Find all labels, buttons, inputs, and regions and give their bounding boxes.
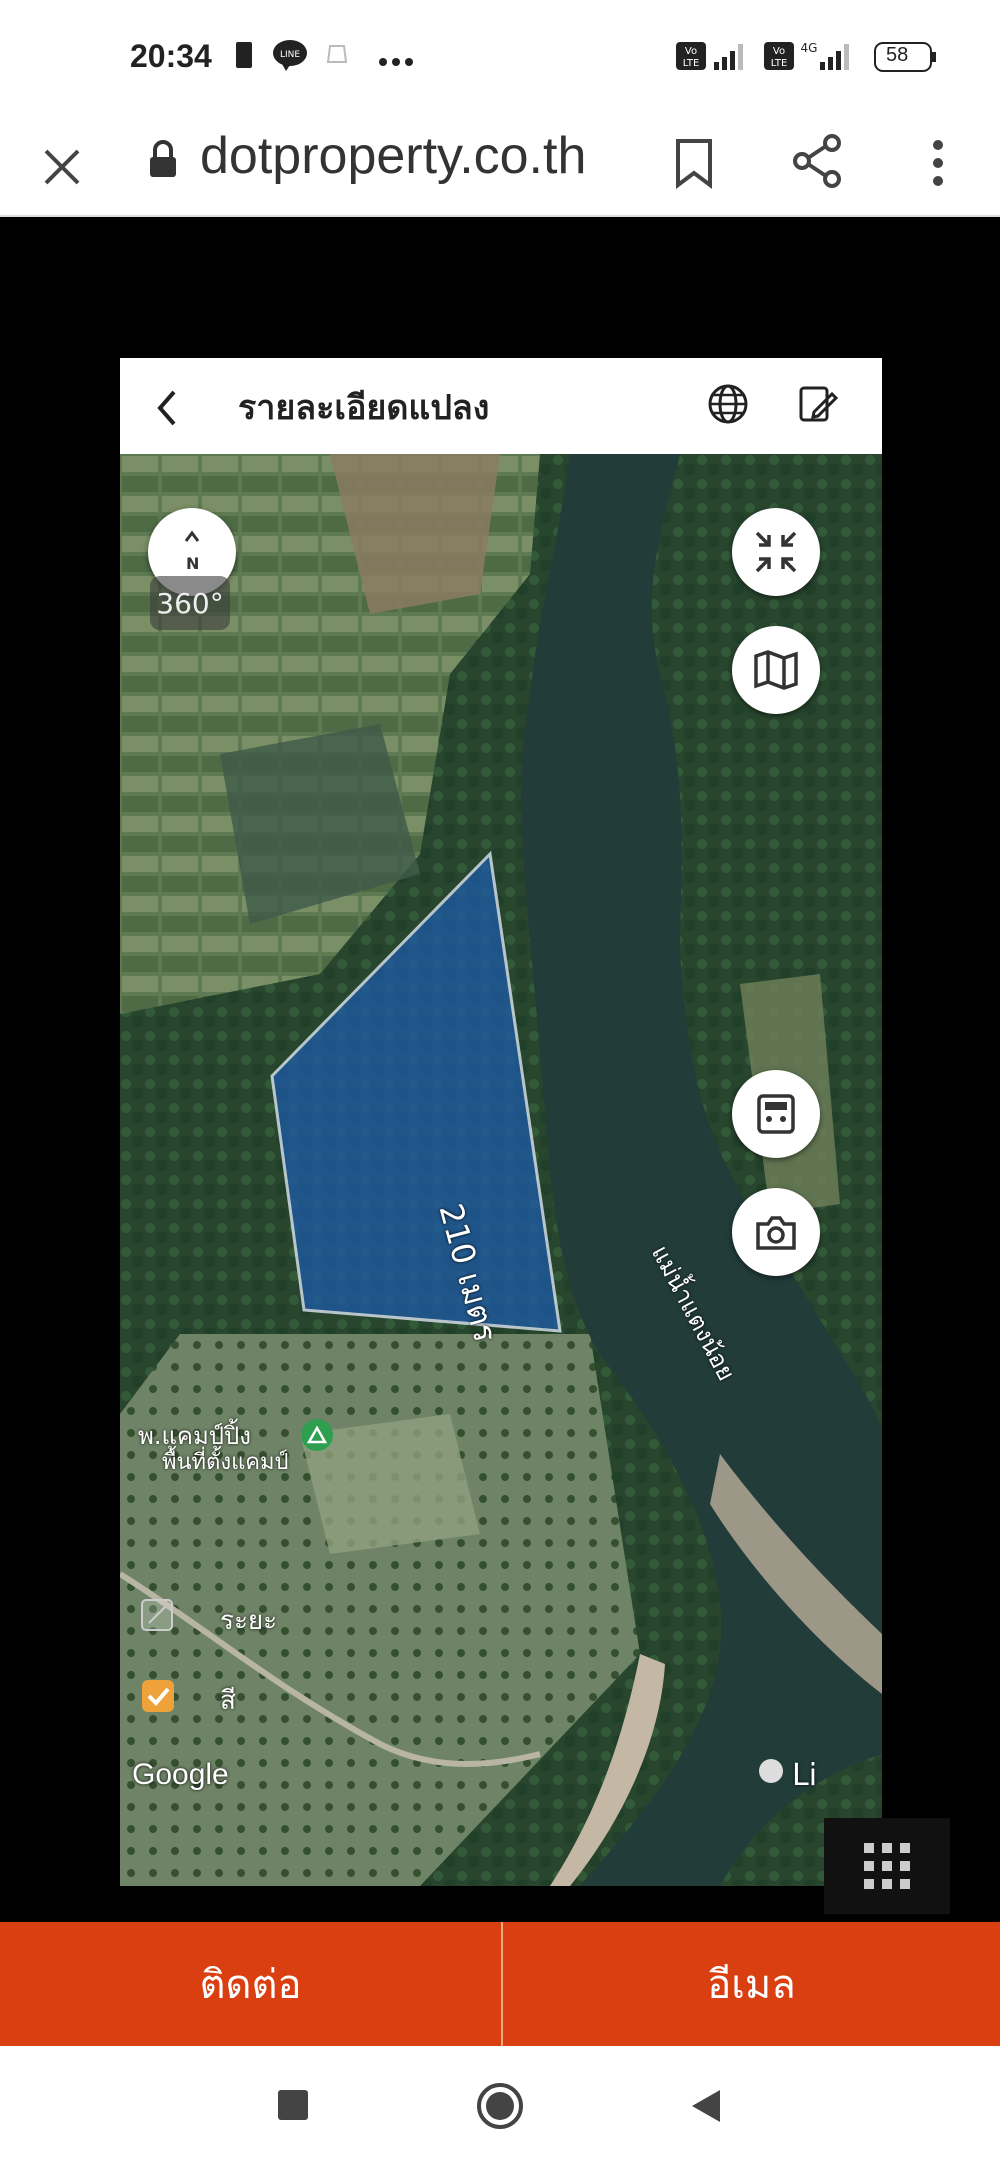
distance-tool-icon[interactable]: [140, 1598, 174, 1636]
more-notifications-icon: [378, 52, 414, 71]
attribution-info-icon: [756, 1756, 786, 1790]
svg-text:LTE: LTE: [683, 58, 700, 69]
battery-icon: 58: [874, 42, 938, 76]
distance-label: ระยะ: [220, 1606, 278, 1636]
lock-icon: [146, 137, 180, 185]
compass-label: N: [186, 554, 200, 573]
svg-text:4G: 4G: [801, 41, 818, 55]
status-bar: 20:34 LINE Vo LTE Vo LTE 4G 58: [0, 0, 1000, 115]
map-layers-icon[interactable]: [732, 626, 820, 714]
card-title: รายละเอียดแปลง: [238, 388, 490, 428]
svg-text:Vo: Vo: [773, 46, 785, 57]
volte-signal-icon: Vo LTE: [676, 40, 756, 76]
color-toggle-label: สี: [220, 1686, 236, 1716]
contact-action-bar: ติดต่อ อีเมล: [0, 1922, 1000, 2046]
recent-apps-icon[interactable]: [278, 2090, 308, 2124]
attribution-right: Li: [792, 1758, 818, 1793]
collapse-icon[interactable]: [732, 508, 820, 596]
checkbox-icon[interactable]: [140, 1678, 176, 1718]
notification-icon: [322, 40, 352, 74]
volte-4g-signal-icon: Vo LTE 4G: [764, 40, 864, 76]
line-app-icon: LINE: [272, 38, 308, 76]
close-icon[interactable]: [40, 145, 84, 193]
bookmark-icon[interactable]: [672, 137, 716, 193]
svg-text:LINE: LINE: [280, 50, 300, 60]
campsite-sublabel: พื้นที่ตั้งแคมป์: [162, 1450, 289, 1475]
action-divider: [501, 1922, 503, 2046]
status-time: 20:34: [130, 38, 212, 74]
calculator-icon[interactable]: [732, 1070, 820, 1158]
back-icon[interactable]: [152, 386, 182, 434]
svg-text:LTE: LTE: [771, 58, 788, 69]
globe-icon[interactable]: [706, 382, 750, 430]
grid-menu-button[interactable]: [824, 1818, 950, 1914]
camera-icon[interactable]: [732, 1188, 820, 1276]
home-icon[interactable]: [476, 2082, 524, 2134]
sim-icon: [234, 40, 254, 74]
grid-icon: [864, 1843, 910, 1889]
share-icon[interactable]: [790, 133, 846, 193]
360-view-badge[interactable]: 360°: [150, 576, 230, 630]
campsite-icon: [300, 1418, 334, 1456]
menu-icon[interactable]: [928, 137, 948, 193]
system-nav-bar: [0, 2046, 1000, 2167]
email-button[interactable]: อีเมล: [503, 1922, 1000, 2046]
url-text[interactable]: dotproperty.co.th: [200, 126, 586, 186]
google-attribution: Google: [132, 1758, 229, 1791]
svg-text:Vo: Vo: [685, 46, 697, 57]
back-nav-icon[interactable]: [688, 2088, 722, 2128]
battery-level: 58: [886, 44, 909, 66]
edit-note-icon[interactable]: [796, 382, 840, 430]
contact-button[interactable]: ติดต่อ: [0, 1922, 501, 2046]
plot-detail-card: รายละเอียดแปลง N 360° 210 เมตร แม่น้ำแตง…: [120, 358, 882, 1886]
card-header: รายละเอียดแปลง: [120, 358, 882, 454]
